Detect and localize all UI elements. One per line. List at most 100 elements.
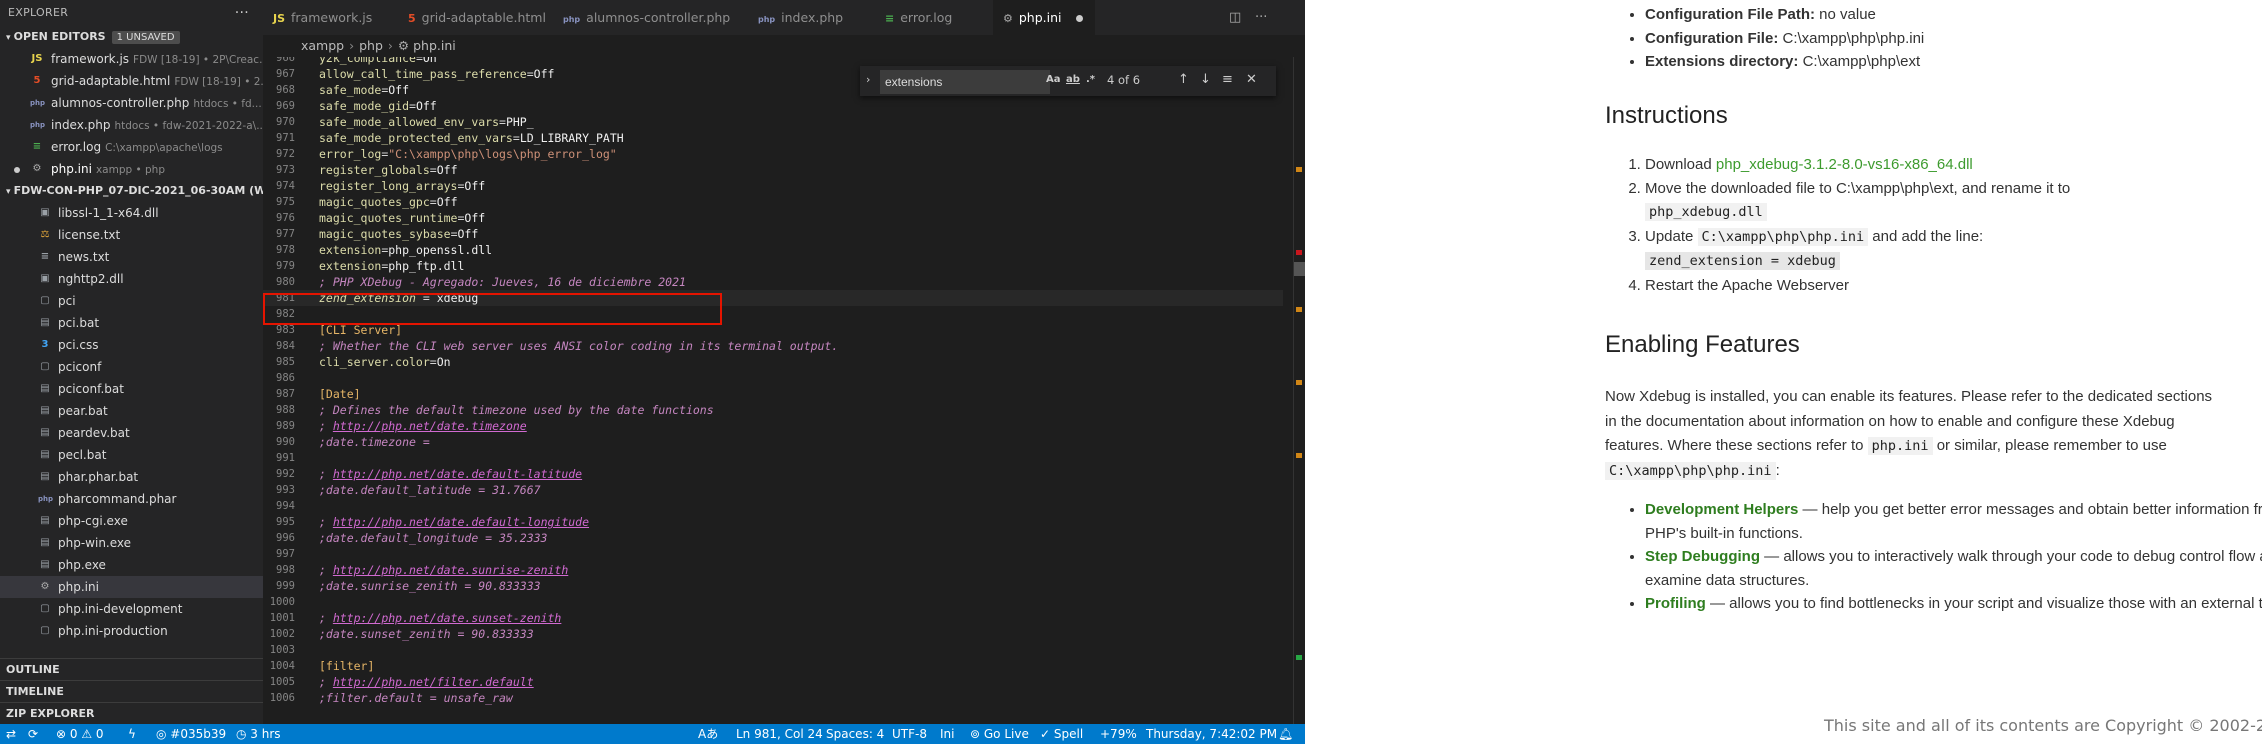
ruler-mark xyxy=(1296,167,1302,172)
match-case-toggle[interactable]: Aa xyxy=(1046,74,1061,85)
find-input[interactable] xyxy=(880,70,1050,94)
tree-item[interactable]: ▢ php.ini-production xyxy=(0,620,263,642)
peacock-color[interactable]: ◎ #035b39 xyxy=(156,724,226,744)
code-editor[interactable]: 966 y2k_compliance=On 967 allow_call_time_p… xyxy=(263,57,1305,724)
code-inline: C:\xampp\php\php.ini xyxy=(1697,227,1869,246)
tab-alumnos-controller-php[interactable]: php alumnos-controller.php xyxy=(563,0,730,35)
code-text: ;filter.default = unsafe_raw xyxy=(319,691,513,705)
timeline-section[interactable]: TIMELINE xyxy=(0,680,263,703)
remote-icon[interactable]: ⇄ xyxy=(6,724,16,744)
match-whole-word-toggle[interactable]: ab xyxy=(1066,74,1080,85)
more-actions-icon[interactable]: ··· xyxy=(235,0,249,26)
next-match-icon[interactable]: ↓ xyxy=(1200,72,1211,87)
file-name: pci.css xyxy=(58,338,99,352)
find-in-selection-icon[interactable]: ≡ xyxy=(1222,72,1233,87)
input-method-indicator[interactable]: Aあ xyxy=(698,724,718,744)
breadcrumb-item[interactable]: php xyxy=(359,38,383,53)
tree-item[interactable]: ▢ pci xyxy=(0,290,263,312)
file-icon: ▢ xyxy=(40,625,50,636)
tab-framework-js[interactable]: JS framework.js xyxy=(273,0,372,35)
file-name: pci.bat xyxy=(58,316,100,330)
breadcrumb-item[interactable]: xampp xyxy=(301,38,344,53)
indentation[interactable]: Spaces: 4 xyxy=(826,724,884,744)
tree-item[interactable]: ▤ php-cgi.exe xyxy=(0,510,263,532)
tree-item[interactable]: 3 pci.css xyxy=(0,334,263,356)
code-text: ; http://php.net/date.default-latitude xyxy=(319,467,583,481)
download-link[interactable]: php_xdebug-3.1.2-8.0-vs16-x86_64.dll xyxy=(1716,156,1973,173)
list-item: Update C:\xampp\php\php.ini and add the … xyxy=(1645,225,2262,274)
notifications-icon[interactable]: 🔔︎ xyxy=(1278,724,1293,744)
code-text: allow_call_time_pass_reference=Off xyxy=(319,67,555,81)
open-editor-item[interactable]: ⚙ php.ini xampp • php xyxy=(0,158,263,180)
tree-item[interactable]: ▤ php-win.exe xyxy=(0,532,263,554)
wakatime-indicator[interactable]: ◷ 3 hrs xyxy=(236,724,281,744)
open-editors-header[interactable]: ▾ OPEN EDITORS 1 UNSAVED xyxy=(0,26,263,48)
tree-item[interactable]: ▢ php.ini-development xyxy=(0,598,263,620)
line-number: 988 xyxy=(276,404,295,416)
tree-item[interactable]: ▤ peardev.bat xyxy=(0,422,263,444)
zoom-level[interactable]: +79% xyxy=(1100,724,1137,744)
open-editor-item[interactable]: ≡ error.log C:\xampp\apache\logs xyxy=(0,136,263,158)
code-line: 998 ; http://php.net/date.sunrise-zenith xyxy=(263,562,1283,578)
tree-item[interactable]: ≡ news.txt xyxy=(0,246,263,268)
spell-check[interactable]: ✓ Spell xyxy=(1040,724,1083,744)
list-item: Configuration File Path: no value xyxy=(1645,3,1924,27)
file-name: pci xyxy=(58,294,76,308)
open-editor-item[interactable]: php index.php htdocs • fdw-2021-2022-a\... xyxy=(0,114,263,136)
tree-item[interactable]: ▤ pecl.bat xyxy=(0,444,263,466)
tree-item[interactable]: ▤ pciconf.bat xyxy=(0,378,263,400)
tab-index-php[interactable]: php index.php xyxy=(758,0,843,35)
open-editor-item[interactable]: JS framework.js FDW [18-19] • 2P\Creac... xyxy=(0,48,263,70)
code-text: safe_mode_allowed_env_vars=PHP_ xyxy=(319,115,534,129)
feature-link[interactable]: Development Helpers xyxy=(1645,501,1798,518)
tree-item[interactable]: ▤ php.exe xyxy=(0,554,263,576)
tree-item[interactable]: ▢ pciconf xyxy=(0,356,263,378)
breadcrumb-item[interactable]: php.ini xyxy=(413,38,456,53)
workspace-header[interactable]: ▾ FDW-CON-PHP_07-DIC-2021_06-30AM (WORK.… xyxy=(0,180,263,202)
tree-item[interactable]: ⚙ php.ini xyxy=(0,576,263,598)
open-editors-label: OPEN EDITORS xyxy=(13,30,106,43)
feature-link[interactable]: Step Debugging xyxy=(1645,548,1760,565)
previous-match-icon[interactable]: ↑ xyxy=(1178,72,1189,87)
open-editor-item[interactable]: php alumnos-controller.php htdocs • fd... xyxy=(0,92,263,114)
cursor-position[interactable]: Ln 981, Col 24 xyxy=(736,724,823,744)
sync-icon[interactable]: ⟳ xyxy=(28,724,38,744)
find-match-count: 4 of 6 xyxy=(1107,73,1141,87)
tree-item[interactable]: ▤ pci.bat xyxy=(0,312,263,334)
log-file-icon: ≡ xyxy=(32,141,42,152)
ruler-mark xyxy=(1296,307,1302,312)
overview-ruler[interactable] xyxy=(1293,57,1305,724)
unsaved-dot-icon[interactable] xyxy=(14,167,20,173)
toggle-replace-icon[interactable]: › xyxy=(866,73,870,86)
feature-link[interactable]: Profiling xyxy=(1645,595,1706,612)
outline-section[interactable]: OUTLINE xyxy=(0,658,263,681)
close-icon[interactable]: ✕ xyxy=(1246,72,1257,87)
tab-error-log[interactable]: ≡ error.log xyxy=(885,0,952,35)
zip-explorer-section[interactable]: ZIP EXPLORER xyxy=(0,702,263,724)
go-live-button[interactable]: ⊚ Go Live xyxy=(970,724,1029,744)
line-number: 996 xyxy=(276,532,295,544)
tree-item[interactable]: ▣ nghttp2.dll xyxy=(0,268,263,290)
use-regex-toggle[interactable]: .* xyxy=(1086,74,1095,85)
code-line: 981 zend_extension = xdebug xyxy=(263,290,1283,306)
encoding[interactable]: UTF-8 xyxy=(892,724,927,744)
tab-grid-adaptable-html[interactable]: 5 grid-adaptable.html xyxy=(408,0,546,35)
open-editor-item[interactable]: 5 grid-adaptable.html FDW [18-19] • 2... xyxy=(0,70,263,92)
unsaved-dot-icon[interactable] xyxy=(1075,15,1083,22)
scrollbar-thumb[interactable] xyxy=(1294,262,1305,276)
tree-item[interactable]: ▣ libssl-1_1-x64.dll xyxy=(0,202,263,224)
tree-item[interactable]: php pharcommand.phar xyxy=(0,488,263,510)
editor-more-icon[interactable]: ··· xyxy=(1255,10,1267,25)
text-file-icon: ≡ xyxy=(40,251,50,262)
split-editor-icon[interactable]: ◫ xyxy=(1229,10,1241,25)
gear-icon: ⚙ xyxy=(397,38,410,53)
tree-item[interactable]: ▤ pear.bat xyxy=(0,400,263,422)
code-line: 982 xyxy=(263,306,1283,322)
language-mode[interactable]: Ini xyxy=(940,724,954,744)
problems-indicator[interactable]: ⊗ 0 ⚠ 0 xyxy=(56,724,104,744)
tree-item[interactable]: ⚖ license.txt xyxy=(0,224,263,246)
lightning-icon[interactable]: ϟ xyxy=(128,724,136,744)
tree-item[interactable]: ▤ phar.phar.bat xyxy=(0,466,263,488)
gear-icon: ⚙ xyxy=(1003,12,1013,25)
tab-php-ini[interactable]: ⚙ php.ini xyxy=(993,0,1095,35)
